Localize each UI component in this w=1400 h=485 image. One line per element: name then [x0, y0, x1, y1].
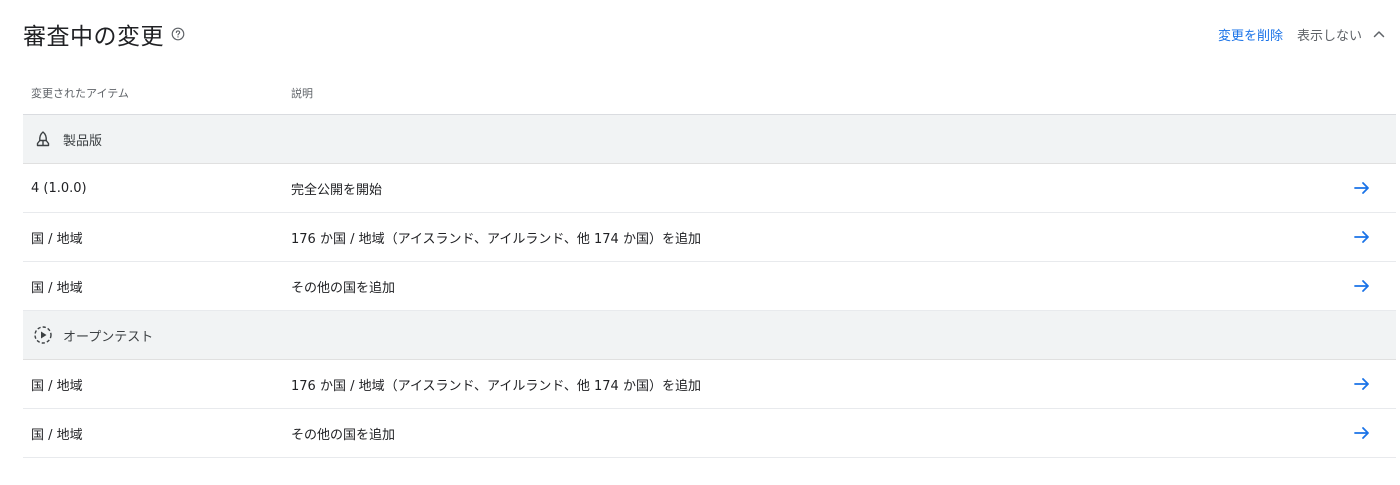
table-row[interactable]: 4 (1.0.0) 完全公開を開始 — [23, 164, 1396, 213]
row-item: 4 (1.0.0) — [31, 180, 87, 196]
row-description: 176 か国 / 地域（アイスランド、アイルランド、他 174 か国）を追加 — [291, 378, 701, 394]
row-item: 国 / 地域 — [31, 427, 83, 443]
row-description: その他の国を追加 — [291, 427, 396, 443]
arrow-right-icon[interactable] — [1352, 178, 1372, 198]
panel-header: 審査中の変更 変更を削除 表示しない — [23, 14, 1386, 54]
row-description: 完全公開を開始 — [291, 182, 383, 198]
row-item: 国 / 地域 — [31, 378, 83, 394]
table-row[interactable]: 国 / 地域 176 か国 / 地域（アイスランド、アイルランド、他 174 か… — [23, 213, 1396, 262]
hide-toggle-button[interactable]: 表示しない — [1297, 25, 1386, 44]
table-row[interactable]: 国 / 地域 176 か国 / 地域（アイスランド、アイルランド、他 174 か… — [23, 360, 1396, 409]
delete-changes-button[interactable]: 変更を削除 — [1218, 25, 1283, 44]
row-item: 国 / 地域 — [31, 231, 83, 247]
open-testing-icon — [33, 325, 53, 345]
chevron-up-icon — [1372, 27, 1386, 41]
column-header-description: 説明 — [291, 87, 313, 100]
arrow-right-icon[interactable] — [1352, 374, 1372, 394]
help-icon[interactable] — [170, 26, 186, 42]
arrow-right-icon[interactable] — [1352, 227, 1372, 247]
row-description: 176 か国 / 地域（アイスランド、アイルランド、他 174 か国）を追加 — [291, 231, 701, 247]
column-header-item: 変更されたアイテム — [31, 87, 129, 100]
row-description: その他の国を追加 — [291, 280, 396, 296]
table-row[interactable]: 国 / 地域 その他の国を追加 — [23, 262, 1396, 311]
changes-table: 変更されたアイテム 説明 製品版 4 (1.0.0) 完全公開を開始 国 / 地… — [23, 72, 1396, 458]
table-header: 変更されたアイテム 説明 — [23, 72, 1396, 115]
group-row-production: 製品版 — [23, 115, 1396, 164]
row-item: 国 / 地域 — [31, 280, 83, 296]
pending-changes-panel: 審査中の変更 変更を削除 表示しない 変更されたアイテム 説明 製品版 4 (1… — [0, 0, 1400, 485]
group-label: オープンテスト — [63, 329, 154, 345]
group-label: 製品版 — [63, 133, 103, 149]
arrow-right-icon[interactable] — [1352, 423, 1372, 443]
table-row[interactable]: 国 / 地域 その他の国を追加 — [23, 409, 1396, 458]
page-title: 審査中の変更 — [23, 24, 164, 50]
production-icon — [33, 129, 53, 149]
arrow-right-icon[interactable] — [1352, 276, 1372, 296]
group-row-open-testing: オープンテスト — [23, 311, 1396, 360]
hide-toggle-label: 表示しない — [1296, 28, 1362, 44]
header-actions: 変更を削除 表示しない — [1218, 25, 1386, 44]
